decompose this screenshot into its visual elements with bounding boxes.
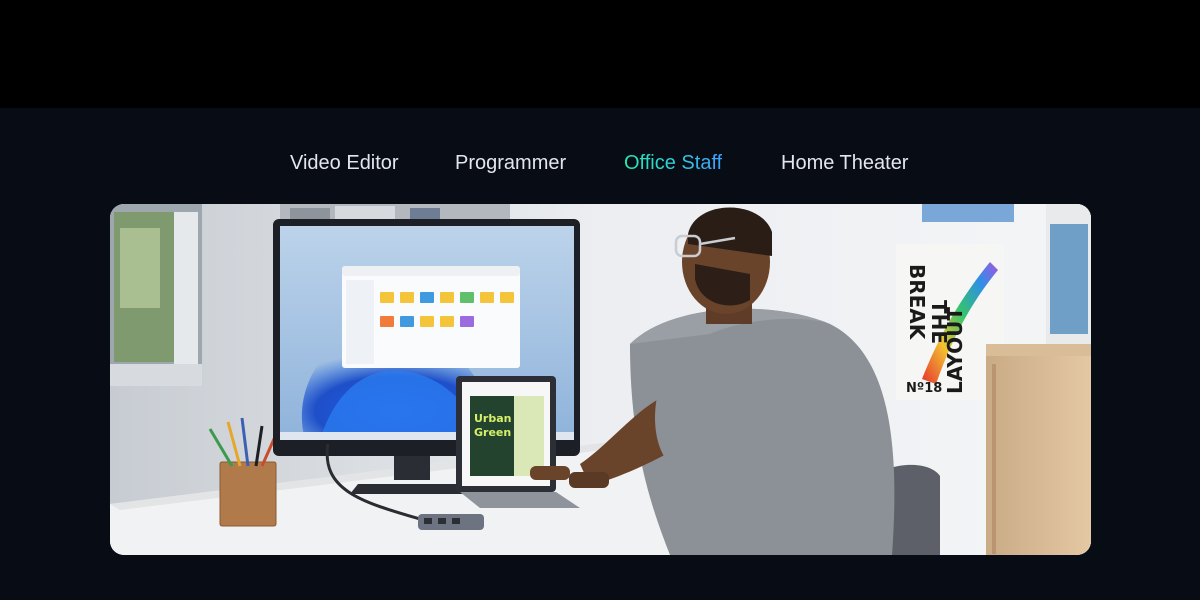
poster-number: Nº18 [906,381,942,396]
tab-office-staff[interactable]: Office Staff [624,150,722,176]
office-staff-photo: BREAK THE LAYOUT Nº18 Urban Green [110,204,1091,555]
laptop-doc-title-2: Green [474,426,511,439]
poster-line-1: BREAK [905,264,929,341]
usb-hub [418,514,484,530]
poster-line-3: LAYOUT [943,307,967,394]
laptop-doc-title-1: Urban [474,412,512,425]
top-band [0,0,1200,108]
tab-home-theater[interactable]: Home Theater [781,150,908,176]
tab-programmer[interactable]: Programmer [455,150,566,176]
tab-video-editor[interactable]: Video Editor [290,150,399,176]
window [110,204,202,386]
use-case-tabs: Video Editor Programmer Office Staff Hom… [0,150,1200,176]
cabinet [986,344,1091,555]
